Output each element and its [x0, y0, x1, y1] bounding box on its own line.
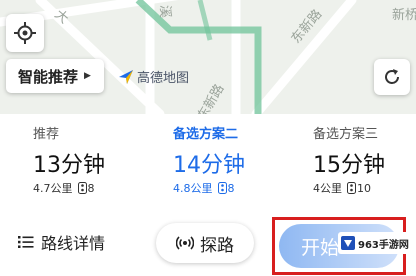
route-time: 13分钟 [33, 153, 105, 178]
traffic-light-icon [347, 182, 356, 194]
route-distance: 4.8公里 [173, 182, 213, 195]
map-label-area: 新桥 [392, 8, 416, 23]
amap-logo: 高德地图 [118, 67, 189, 86]
route-detail-label: 路线详情 [41, 234, 106, 253]
refresh-icon [385, 69, 399, 84]
map-view[interactable]: 大 溪 东新路 新桥 东新路 智能推荐 ▶ 高德地图 [0, 0, 416, 114]
watermark-text: 963手游网 [358, 239, 409, 251]
route-lights: 8 [227, 181, 235, 195]
route-option-recommended[interactable]: 推荐 13分钟 4.7公里 8 [0, 114, 136, 210]
route-option-alt-2[interactable]: 备选方案二 14分钟 4.8公里 8 [140, 114, 276, 210]
crosshair-icon [14, 22, 36, 44]
route-name: 备选方案三 [313, 127, 379, 142]
route-lights: 10 [357, 181, 371, 195]
route-distance: 4公里 [313, 182, 342, 195]
smart-recommend-label: 智能推荐 [18, 67, 79, 86]
locate-button[interactable] [6, 14, 44, 52]
caret-right-icon: ▶ [84, 71, 91, 81]
route-time: 15分钟 [313, 153, 385, 178]
traffic-light-icon [77, 182, 87, 194]
route-name: 推荐 [33, 127, 60, 142]
signal-broadcast-icon [176, 236, 194, 250]
route-meta: 4.8公里 8 [173, 180, 235, 196]
route-options-panel: 推荐 13分钟 4.7公里 8 备选方案二 14分钟 4.8公里 8 备选方案三… [0, 114, 416, 210]
route-meta: 4公里 10 [313, 180, 371, 196]
smart-recommend-button[interactable]: 智能推荐 ▶ [6, 59, 104, 93]
watermark-logo-icon [341, 236, 355, 250]
route-time: 14分钟 [173, 153, 245, 178]
list-icon [18, 236, 34, 248]
amap-logo-text: 高德地图 [137, 71, 190, 86]
navigation-arrow-icon [119, 69, 133, 84]
site-watermark: 963手游网 [338, 232, 414, 254]
refresh-button[interactable] [374, 59, 410, 95]
route-distance: 4.7公里 [33, 182, 73, 195]
map-label-street: 溪 [157, 4, 173, 19]
traffic-light-icon [217, 182, 227, 194]
route-option-alt-3[interactable]: 备选方案三 15分钟 4公里 10 [280, 114, 416, 210]
explore-route-button[interactable]: 探路 [156, 223, 254, 263]
route-lights: 8 [87, 181, 95, 195]
route-meta: 4.7公里 8 [33, 180, 95, 196]
explore-route-label: 探路 [200, 235, 234, 256]
route-name: 备选方案二 [173, 127, 239, 142]
route-detail-button[interactable]: 路线详情 [18, 230, 105, 254]
start-navigation-label: 开始 [301, 237, 340, 259]
